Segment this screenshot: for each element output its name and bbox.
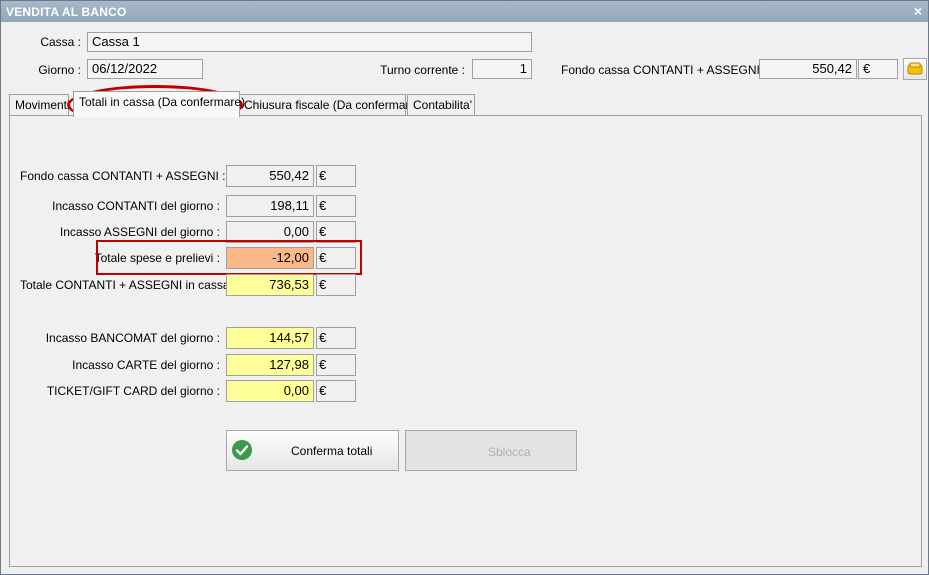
fondo-cassa-value: 550,42 — [226, 165, 314, 187]
incasso-carte-label: Incasso CARTE del giorno : — [72, 358, 220, 372]
incasso-carte-currency: € — [316, 354, 356, 376]
incasso-bancomat-label: Incasso BANCOMAT del giorno : — [45, 331, 220, 345]
fondo-header-label: Fondo cassa CONTANTI + ASSEGNI : — [561, 63, 767, 77]
cassa-field[interactable]: Cassa 1 — [87, 32, 532, 52]
turno-label: Turno corrente : — [380, 63, 465, 77]
cash-drawer-icon — [907, 62, 923, 75]
ticket-gift-card-label: TICKET/GIFT CARD del giorno : — [46, 384, 220, 398]
totale-contanti-assegni-currency: € — [316, 274, 356, 296]
totale-spese-label: Totale spese e prelievi : — [94, 251, 220, 265]
incasso-assegni-label: Incasso ASSEGNI del giorno : — [59, 225, 220, 239]
tab-movimenti[interactable]: Movimenti — [9, 94, 70, 115]
incasso-contanti-label: Incasso CONTANTI del giorno : — [52, 199, 220, 213]
window-title: VENDITA AL BANCO — [6, 5, 127, 19]
main-window: VENDITA AL BANCO × Cassa : Cassa 1 Giorn… — [0, 0, 929, 575]
ticket-gift-card-value: 0,00 — [226, 380, 314, 402]
fondo-cassa-label: Fondo cassa CONTANTI + ASSEGNI : — [20, 169, 226, 183]
sblocca-button[interactable]: Sblocca — [405, 430, 577, 471]
turno-field[interactable]: 1 — [472, 59, 532, 79]
sblocca-label: Sblocca — [488, 445, 531, 459]
conferma-totali-button[interactable]: Conferma totali — [226, 430, 399, 471]
tab-label: Contabilita' — [413, 98, 472, 112]
fondo-header-field[interactable]: 550,42 — [759, 59, 857, 79]
incasso-contanti-currency: € — [316, 195, 356, 217]
title-bar: VENDITA AL BANCO × — [1, 1, 928, 22]
cash-drawer-button[interactable] — [903, 58, 927, 80]
totale-contanti-assegni-value: 736,53 — [226, 274, 314, 296]
totale-contanti-assegni-label: Totale CONTANTI + ASSEGNI in cassa : — [20, 278, 237, 292]
giorno-field[interactable]: 06/12/2022 — [87, 59, 203, 79]
close-icon[interactable]: × — [914, 3, 922, 19]
incasso-carte-value: 127,98 — [226, 354, 314, 376]
tab-label: Chiusura fiscale (Da confermare) — [244, 98, 421, 112]
incasso-bancomat-currency: € — [316, 327, 356, 349]
incasso-assegni-value: 0,00 — [226, 221, 314, 243]
fondo-header-currency: € — [858, 59, 898, 79]
incasso-bancomat-value: 144,57 — [226, 327, 314, 349]
totale-spese-value: -12,00 — [226, 247, 314, 269]
tab-chiusura-fiscale[interactable]: Chiusura fiscale (Da confermare) — [238, 94, 420, 115]
totals-panel: Fondo cassa CONTANTI + ASSEGNI : 550,42 … — [9, 115, 922, 567]
ticket-gift-card-currency: € — [316, 380, 356, 402]
tab-label: Movimenti — [15, 98, 70, 112]
incasso-assegni-currency: € — [316, 221, 356, 243]
incasso-contanti-value: 198,11 — [226, 195, 314, 217]
conferma-totali-label: Conferma totali — [291, 444, 373, 458]
tab-label: Totali in cassa (Da confermare) — [79, 95, 246, 109]
giorno-label: Giorno : — [38, 63, 81, 77]
tab-totali-in-cassa[interactable]: Totali in cassa (Da confermare) — [73, 91, 245, 117]
checkmark-icon — [232, 440, 252, 460]
tab-contabilita[interactable]: Contabilita' — [407, 94, 475, 115]
totale-spese-currency: € — [316, 247, 356, 269]
cassa-label: Cassa : — [40, 35, 81, 49]
fondo-cassa-currency: € — [316, 165, 356, 187]
